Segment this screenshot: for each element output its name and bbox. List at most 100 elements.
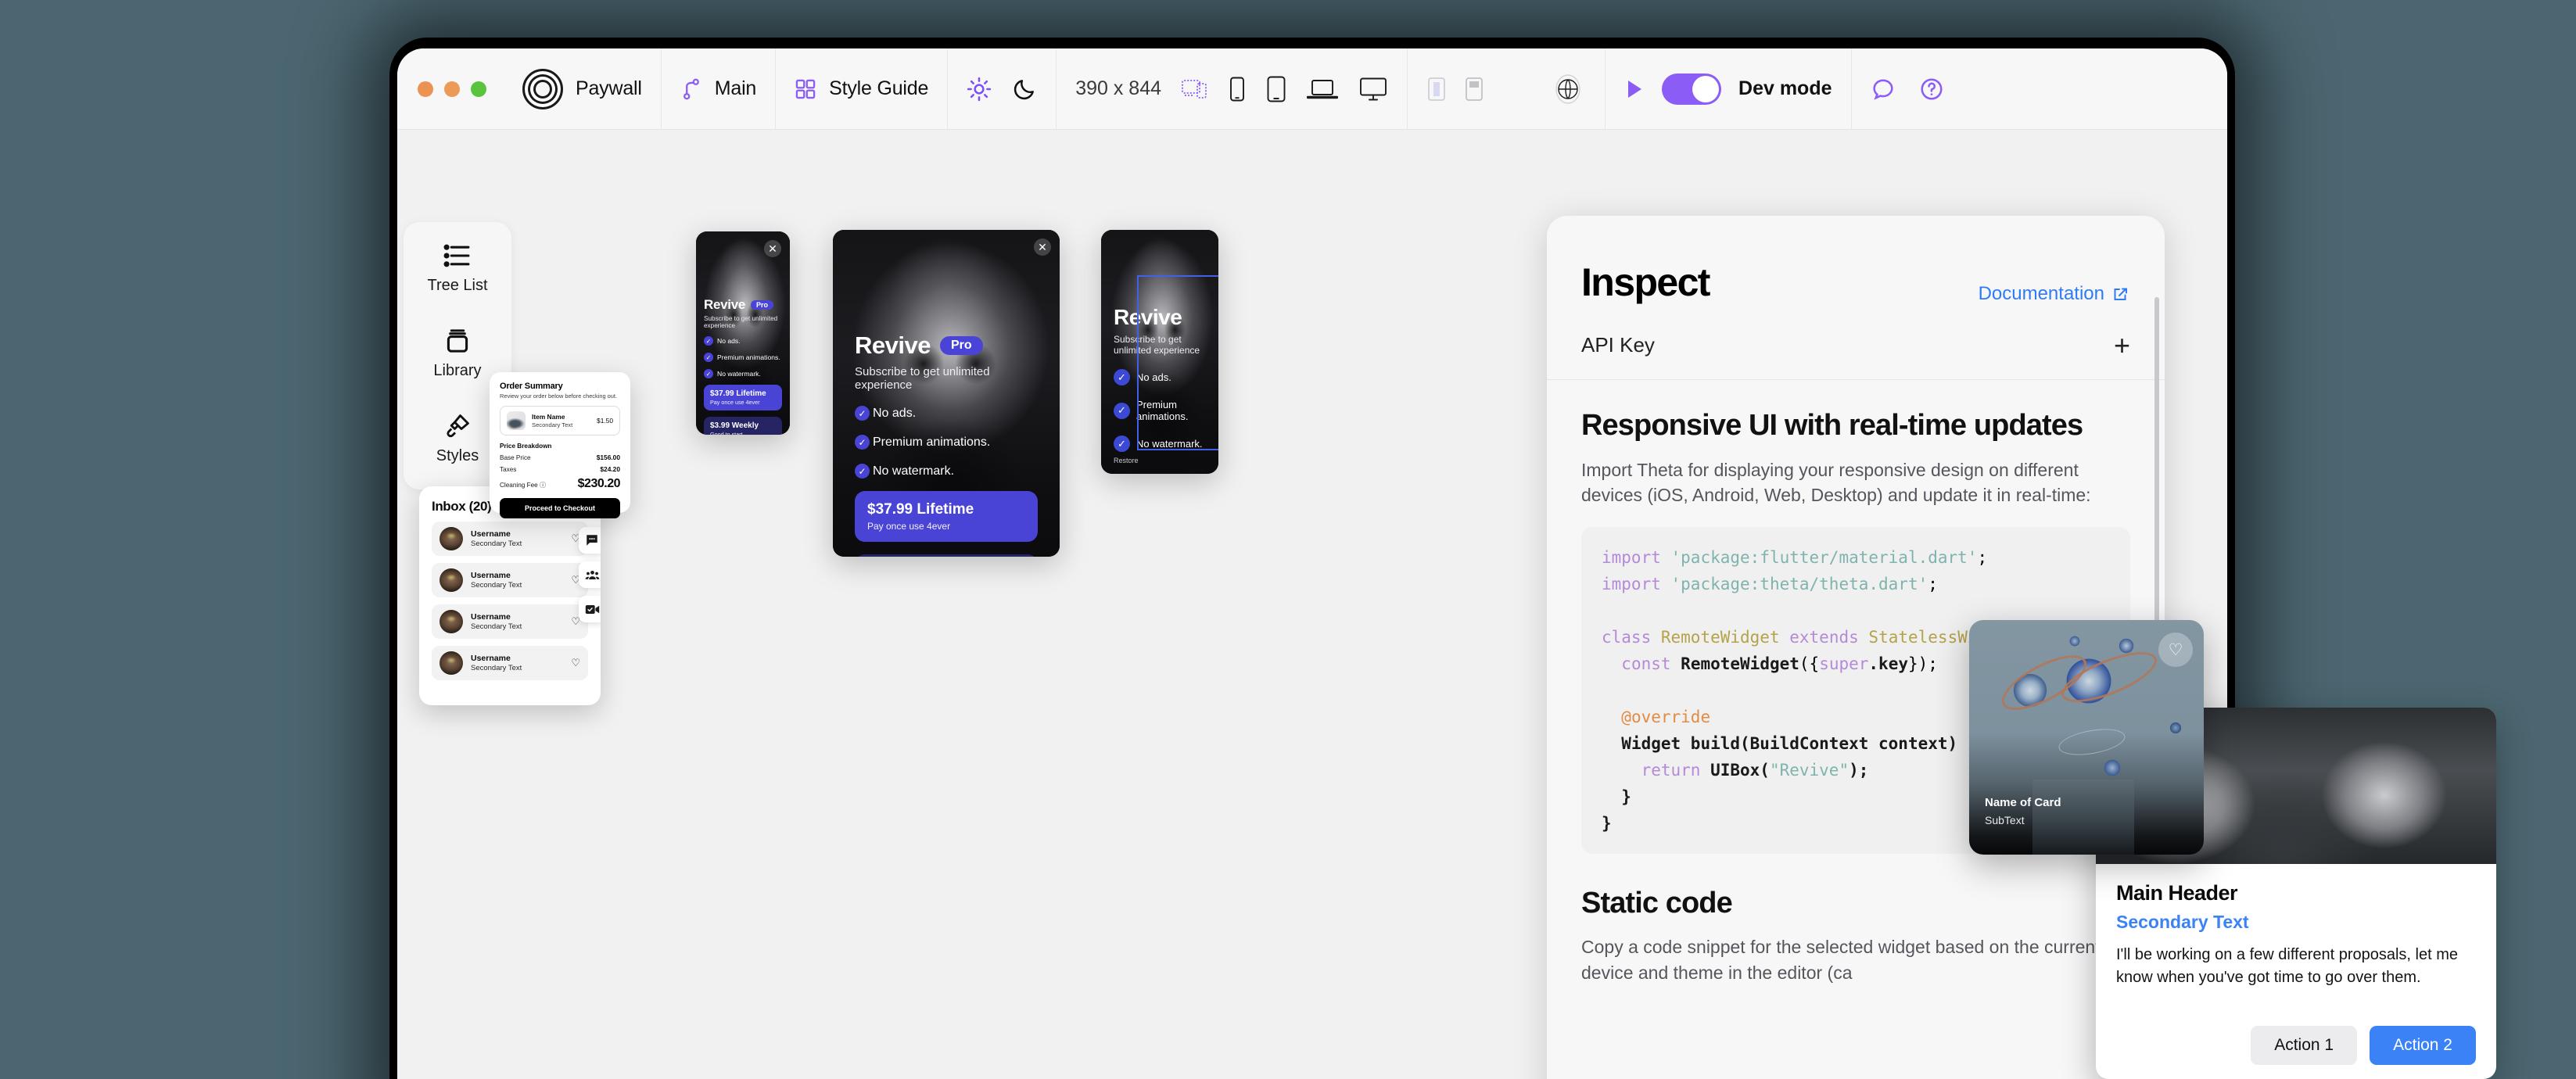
list-item[interactable]: Username Secondary Text ♡ (432, 563, 588, 597)
close-window-button[interactable] (418, 81, 433, 97)
order-summary-card[interactable]: Order Summary Review your order below be… (490, 372, 630, 518)
feature-item: ✓ Premium animations. (704, 353, 782, 362)
play-icon[interactable] (1624, 78, 1645, 100)
space-card[interactable]: ♡ Name of Card SubText (1969, 620, 2204, 855)
phone-large-icon[interactable] (1266, 76, 1286, 102)
price-value: $156.00 (596, 453, 620, 461)
order-summary-subtitle: Review your order below before checking … (500, 393, 617, 400)
paywall-content: Revive Pro Subscribe to get unlimited ex… (696, 231, 790, 435)
page-dark-icon[interactable] (1464, 77, 1484, 102)
dev-mode-toggle[interactable] (1662, 73, 1722, 105)
feature-item: ✓ No ads. (855, 406, 1038, 421)
inbox-card[interactable]: Inbox (20) Username Secondary Text ♡ Use… (419, 486, 601, 705)
paywall-mockup-small[interactable]: ✕ Revive Pro Subscribe to get unlimited … (696, 231, 790, 435)
tree-list-icon (443, 242, 472, 269)
check-icon: ✓ (855, 406, 870, 421)
zoom-window-button[interactable] (471, 81, 486, 97)
app-window: Paywall Main Style Guide 390 x 844 Dev m… (397, 48, 2227, 1079)
people-group-icon[interactable] (579, 561, 601, 588)
plan-subtitle: Good to start (710, 431, 743, 435)
check-icon: ✓ (704, 369, 713, 378)
sidebar-item-label: Styles (436, 447, 479, 464)
proceed-to-checkout-button[interactable]: Proceed to Checkout (500, 498, 620, 518)
paywall-subtitle: Subscribe to get unlimited experience (704, 315, 778, 329)
video-check-icon[interactable] (579, 596, 601, 622)
message-body: Main Header Secondary Text I'll be worki… (2096, 864, 2496, 989)
feature-item: ✓ No watermark. (704, 369, 782, 378)
branch-icon (680, 77, 702, 101)
brand-name: Revive (704, 297, 746, 312)
check-icon: ✓ (855, 435, 870, 450)
responsive-devices-icon[interactable] (1182, 78, 1208, 100)
user-name: Username (471, 529, 511, 539)
check-icon: ✓ (855, 464, 870, 479)
globe-icon[interactable] (1550, 69, 1586, 109)
library-icon (443, 328, 472, 354)
user-name: Username (471, 571, 511, 580)
avatar (439, 610, 463, 633)
style-guide-button[interactable]: Style Guide (776, 48, 947, 130)
project-name: Paywall (576, 77, 642, 99)
branch-selector[interactable]: Main (662, 48, 775, 130)
user-name: Username (471, 612, 511, 622)
page-light-icon[interactable] (1426, 77, 1447, 102)
inspect-header: Inspect Documentation (1547, 216, 2165, 305)
static-code-paragraph: Copy a code snippet for the selected wid… (1581, 937, 2101, 983)
main-header: Main Header (2116, 881, 2238, 905)
paywall-mockup-large[interactable]: ✕ Revive Pro Subscribe to get unlimited … (833, 230, 1060, 557)
plan-option-lifetime[interactable]: $37.99 Lifetime Pay once use 4ever (855, 491, 1038, 542)
globe-group[interactable] (1503, 48, 1605, 130)
price-value: $24.20 (600, 465, 620, 473)
close-icon[interactable]: ✕ (1034, 238, 1051, 256)
sun-icon[interactable] (967, 77, 992, 102)
moon-icon[interactable] (1012, 77, 1037, 102)
plan-option-weekly[interactable]: $3.99 Weekly Good to start (855, 554, 1038, 557)
plan-option-weekly[interactable]: $3.99 Weekly Good to start (704, 417, 782, 435)
restore-link[interactable]: Restore (1114, 457, 1139, 464)
top-toolbar: Paywall Main Style Guide 390 x 844 Dev m… (397, 48, 2227, 130)
panel-scrollbar[interactable] (2154, 297, 2159, 626)
minimize-window-button[interactable] (444, 81, 460, 97)
dev-mode-group: Dev mode (1606, 48, 1850, 130)
list-item[interactable]: Username Secondary Text ♡ (432, 604, 588, 639)
static-code-heading: Static code (1581, 887, 1733, 920)
api-key-row[interactable]: API Key + (1547, 305, 2165, 380)
price-label: Taxes (500, 466, 517, 473)
add-api-key-button[interactable]: + (2114, 331, 2130, 359)
documentation-label: Documentation (1978, 283, 2104, 304)
inbox-side-actions (579, 527, 601, 622)
info-icon[interactable]: ⓘ (540, 482, 546, 489)
window-traffic-lights (397, 81, 504, 97)
design-canvas[interactable]: Tree List Library Styles ✕ Revive Pro Su… (397, 130, 2227, 1079)
price-value-total: $230.20 (577, 477, 621, 490)
plan-option-lifetime[interactable]: $37.99 Lifetime Pay once use 4ever (704, 385, 782, 410)
brand-name: Revive (855, 332, 931, 359)
grid-icon (795, 78, 816, 100)
close-icon[interactable]: ✕ (764, 240, 781, 257)
branch-label: Main (714, 77, 757, 99)
list-item[interactable]: Username Secondary Text ♡ (432, 646, 588, 680)
heart-icon[interactable]: ♡ (571, 657, 580, 669)
paywall-mockup-selected[interactable]: Revive Subscribe to get unlimited experi… (1101, 230, 1218, 474)
action-2-button[interactable]: Action 2 (2370, 1026, 2476, 1065)
chat-bubble-icon[interactable] (579, 527, 601, 554)
heart-icon[interactable]: ♡ (2158, 633, 2193, 667)
laptop-icon[interactable] (1307, 77, 1339, 101)
sidebar-item-tree-list[interactable]: Tree List (404, 235, 511, 303)
user-secondary-text: Secondary Text (471, 664, 522, 672)
sidebar-item-label: Tree List (427, 277, 488, 294)
styles-brush-icon (443, 413, 472, 439)
avatar (439, 651, 463, 675)
page-theme-group (1408, 48, 1503, 130)
documentation-link[interactable]: Documentation (1979, 283, 2130, 305)
action-1-button[interactable]: Action 1 (2251, 1026, 2358, 1065)
style-guide-label: Style Guide (829, 77, 929, 99)
product-thumbnail (507, 411, 526, 430)
desktop-icon[interactable] (1358, 77, 1388, 102)
list-item[interactable]: Username Secondary Text ♡ (432, 522, 588, 556)
comment-icon[interactable] (1871, 77, 1896, 102)
project-group[interactable]: Paywall (504, 48, 661, 130)
help-icon[interactable] (1919, 77, 1944, 102)
item-price: $1.50 (597, 417, 613, 425)
phone-small-icon[interactable] (1229, 77, 1246, 102)
